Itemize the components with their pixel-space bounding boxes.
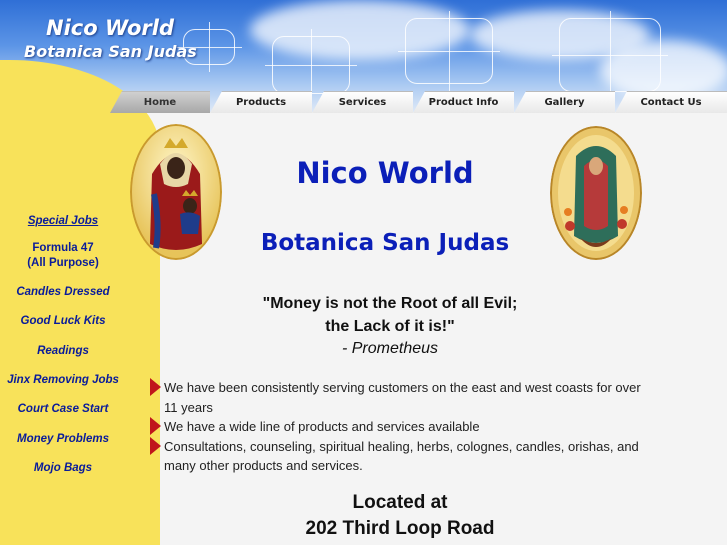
frame-decoration	[398, 11, 500, 91]
quote-author: - Prometheus	[341, 340, 439, 357]
nav-tabs: Home Products Services Product Info Gall…	[110, 91, 727, 113]
tab-home[interactable]: Home	[110, 91, 210, 113]
red-arrow-icon	[150, 417, 161, 435]
tab-product-info[interactable]: Product Info	[413, 91, 514, 113]
page-subtitle: Botanica San Judas	[260, 230, 510, 256]
list-item: We have a wide line of products and serv…	[150, 417, 650, 437]
main-content: Nico World Botanica San Judas "Money is …	[130, 112, 727, 545]
tab-products[interactable]: Products	[210, 91, 312, 113]
frame-decoration	[265, 29, 357, 101]
site-title: Nico World	[46, 16, 174, 40]
sidebar-item-money-problems[interactable]: Money Problems	[0, 432, 126, 447]
feature-list: We have been consistently serving custom…	[150, 378, 650, 476]
tab-services[interactable]: Services	[312, 91, 413, 113]
sidebar-item-readings[interactable]: Readings	[0, 344, 126, 359]
quote-line-1: "Money is not the Root of all Evil;	[262, 295, 518, 312]
location-label: Located at	[352, 492, 448, 513]
sidebar-item-good-luck-kits[interactable]: Good Luck Kits	[0, 314, 126, 329]
sidebar-item-jinx-removing-jobs[interactable]: Jinx Removing Jobs	[0, 373, 126, 388]
quote-line-2: the Lack of it is!"	[325, 318, 455, 335]
sidebar-item-candles-dressed[interactable]: Candles Dressed	[0, 285, 126, 300]
red-arrow-icon	[150, 436, 161, 455]
frame-decoration	[552, 11, 668, 99]
tab-contact-us[interactable]: Contact Us	[615, 91, 727, 113]
page-title: Nico World	[296, 156, 474, 190]
list-item: Consultations, counseling, spiritual hea…	[150, 436, 650, 476]
red-arrow-icon	[150, 378, 161, 396]
sidebar-item-formula-47[interactable]: Formula 47	[0, 241, 126, 256]
site-subtitle: Botanica San Judas	[24, 42, 197, 61]
sidebar-item-court-case-start[interactable]: Court Case Start	[0, 402, 126, 417]
list-item-text: Consultations, counseling, spiritual hea…	[164, 438, 639, 474]
address-text: 202 Third Loop Road	[305, 518, 495, 539]
list-item: We have been consistently serving custom…	[150, 378, 650, 417]
sidebar-item-mojo-bags[interactable]: Mojo Bags	[0, 461, 126, 476]
list-item-text: We have been consistently serving custom…	[164, 380, 641, 415]
sidebar-item-special-jobs[interactable]: Special Jobs	[0, 214, 126, 229]
list-item-text: We have a wide line of products and serv…	[164, 419, 480, 434]
sidebar-item-formula-47-note[interactable]: (All Purpose)	[0, 256, 126, 271]
tab-gallery[interactable]: Gallery	[514, 91, 615, 113]
